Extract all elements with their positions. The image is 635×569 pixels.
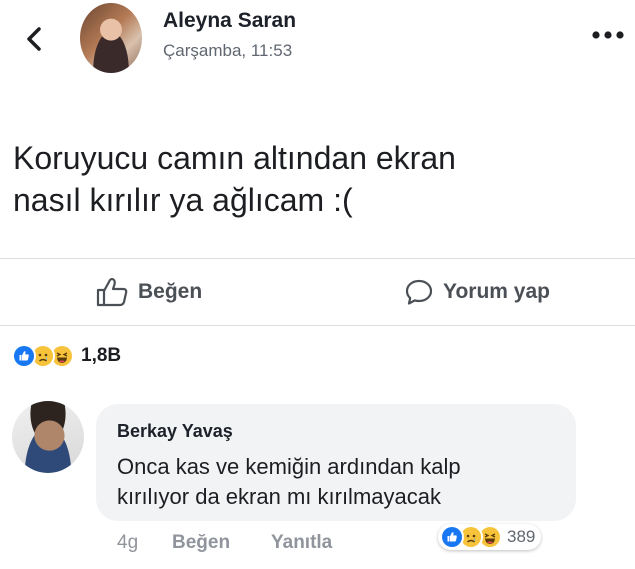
post-text-line: nasıl kırılır ya ağlıcam :( bbox=[13, 182, 353, 218]
comment-reaction-summary[interactable]: 389 bbox=[438, 524, 542, 550]
reaction-count: 1,8B bbox=[81, 345, 122, 366]
comment-button-label: Yorum yap bbox=[443, 280, 550, 303]
comment-like-button[interactable]: Beğen bbox=[172, 532, 230, 554]
comment-text-line: Onca kas ve kemiğin ardından kalp bbox=[117, 454, 461, 479]
comment-button[interactable]: Yorum yap bbox=[404, 272, 550, 312]
speech-bubble-icon bbox=[405, 279, 433, 305]
commenter-name[interactable]: Berkay Yavaş bbox=[117, 421, 233, 442]
more-horizontal-icon bbox=[592, 31, 624, 39]
like-button[interactable]: Beğen bbox=[96, 272, 202, 312]
comment-text: Onca kas ve kemiğin ardından kalp kırılı… bbox=[117, 452, 567, 512]
thumbs-up-icon bbox=[96, 277, 128, 307]
post-text: Koruyucu camın altından ekran nasıl kırı… bbox=[13, 137, 613, 221]
comment-reply-button[interactable]: Yanıtla bbox=[271, 532, 332, 554]
reaction-summary[interactable]: 1,8B bbox=[12, 343, 121, 369]
author-name[interactable]: Aleyna Saran bbox=[163, 9, 296, 33]
author-avatar[interactable] bbox=[80, 3, 142, 73]
like-icon bbox=[12, 344, 36, 368]
chevron-left-icon bbox=[27, 27, 41, 51]
divider bbox=[0, 325, 635, 326]
like-button-label: Beğen bbox=[138, 280, 203, 303]
comment-age: 4g bbox=[117, 532, 139, 553]
like-icon bbox=[440, 525, 464, 549]
comment-text-line: kırılıyor da ekran mı kırılmayacak bbox=[117, 484, 441, 509]
back-button[interactable] bbox=[22, 22, 46, 56]
comment-reaction-count: 389 bbox=[507, 527, 536, 546]
divider bbox=[0, 258, 635, 259]
post-text-line: Koruyucu camın altından ekran bbox=[13, 140, 456, 176]
commenter-avatar[interactable] bbox=[12, 401, 84, 473]
more-options-button[interactable] bbox=[591, 28, 625, 40]
post-timestamp[interactable]: Çarşamba, 11:53 bbox=[163, 41, 292, 61]
